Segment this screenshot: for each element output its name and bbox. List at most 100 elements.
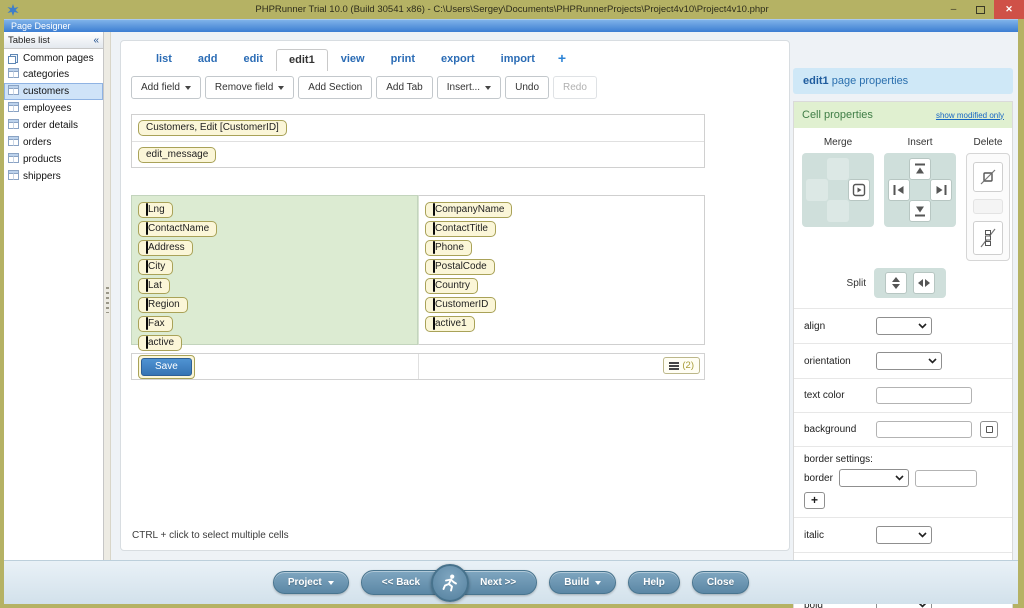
save-cell[interactable]: Save [132,354,419,379]
sidebar-collapse-icon[interactable]: « [93,35,99,46]
sidebar-splitter[interactable] [104,32,111,560]
page-title-row[interactable]: Customers, Edit [CustomerID] [132,115,704,141]
table-icon [8,170,19,183]
page-tab[interactable]: edit1 [276,49,328,71]
help-button[interactable]: Help [628,571,680,594]
dropdown-caret-icon [327,580,334,585]
add-border-button[interactable]: + [804,492,825,509]
close-project-button[interactable]: Close [691,571,750,594]
delete-spacer [973,199,1003,214]
field-chip[interactable]: active1 [425,316,475,332]
edit-message-field[interactable]: edit_message [138,146,217,163]
page-tab[interactable]: print [378,48,428,71]
menu-count-badge: (2) [682,360,694,371]
save-button[interactable]: Save [141,357,192,376]
field-chip[interactable]: Region [138,297,188,313]
sidebar-table-item[interactable]: products [4,151,103,168]
insert-above-icon [915,163,925,174]
toolbar-button[interactable]: Add field [131,76,201,99]
table-icon [8,53,19,64]
field-chip-label: Lat [148,280,162,291]
add-page-button[interactable]: + [548,48,576,71]
orientation-label: orientation [804,355,851,367]
insert-column-right-button[interactable] [930,179,952,201]
sidebar-table-item[interactable]: shippers [4,168,103,185]
border-width-input[interactable] [914,469,977,487]
page-title-field[interactable]: Customers, Edit [CustomerID] [138,120,287,136]
grid-cell-left[interactable]: Lng ContactName Address City Lat Region [131,195,418,351]
field-chip[interactable]: Phone [425,240,472,256]
align-select[interactable] [876,317,932,335]
insert-row-below-button[interactable] [909,200,931,222]
split-vertical-button[interactable] [885,272,907,294]
delete-cell-button[interactable] [973,162,1003,192]
orientation-select[interactable] [876,352,942,370]
toolbar-button[interactable]: Redo [553,76,597,99]
split-horizontal-button[interactable] [913,272,935,294]
sidebar-table-item[interactable]: employees [4,100,103,117]
sidebar-table-item[interactable]: Common pages [4,51,103,66]
italic-select[interactable] [876,526,932,544]
bottom-toolbar: Project << Back Next >> Build Help Close [4,560,1018,604]
sidebar-table-item[interactable]: orders [4,134,103,151]
page-tab[interactable]: import [488,48,548,71]
field-chip-label: Fax [148,318,165,329]
field-chip[interactable]: CompanyName [425,202,513,218]
field-chip-label: Address [148,242,185,253]
minimize-button[interactable]: – [940,0,967,19]
save-chip[interactable]: Save [138,354,195,379]
page-tab[interactable]: edit [230,48,276,71]
cell-menu-button[interactable]: (2) [663,357,700,374]
toolbar-button[interactable]: Add Section [298,76,373,99]
toolbar-button[interactable]: Undo [505,76,549,99]
page-tab[interactable]: add [185,48,231,71]
field-chip[interactable]: ContactName [138,221,218,237]
maximize-button[interactable] [967,0,994,19]
field-chip[interactable]: ContactTitle [425,221,496,237]
page-tab[interactable]: list [143,48,185,71]
edit-message-row[interactable]: edit_message [132,141,704,167]
sidebar-table-item[interactable]: customers [4,83,103,100]
insert-widget [884,153,956,227]
field-chip[interactable]: PostalCode [425,259,495,275]
insert-column-left-button[interactable] [888,179,910,201]
close-button[interactable]: ✕ [994,0,1024,19]
field-chip[interactable]: Country [425,278,479,294]
save-row-right-cell[interactable]: (2) [419,354,704,379]
toolbar-button[interactable]: Insert... [436,76,502,99]
toolbar-button[interactable]: Remove field [204,76,295,99]
text-color-input[interactable] [876,387,972,404]
sidebar-table-item[interactable]: order details [4,117,103,134]
field-chip[interactable]: Address [138,240,193,256]
color-picker-button[interactable] [980,421,998,438]
field-chip-label: PostalCode [435,261,487,272]
field-chip[interactable]: Lat [138,278,170,294]
field-chip-label: CompanyName [435,204,505,215]
select-chevron-icon [895,475,904,481]
project-button[interactable]: Project [272,571,349,594]
merge-right-icon [852,183,866,197]
field-chip-label: Phone [435,242,464,253]
background-input[interactable] [876,421,972,438]
window-title: PHPRunner Trial 10.0 (Build 30541 x86) -… [255,4,769,15]
delete-widget [966,153,1010,261]
build-button[interactable]: Build [549,571,617,594]
page-tab[interactable]: view [328,48,378,71]
show-modified-only-link[interactable]: show modified only [936,111,1004,120]
build-button-label: Build [564,577,590,588]
field-chip[interactable]: City [138,259,174,275]
run-button[interactable] [431,563,470,602]
toolbar-button[interactable]: Add Tab [376,76,433,99]
border-style-select[interactable] [838,469,909,487]
delete-record-button[interactable] [973,221,1003,255]
field-chip[interactable]: CustomerID [425,297,497,313]
sidebar-table-item[interactable]: categories [4,66,103,83]
field-chip[interactable]: Fax [138,316,173,332]
merge-right-button[interactable] [848,179,870,201]
grid-cell-right[interactable]: CompanyName ContactTitle Phone PostalCod… [418,195,705,345]
insert-row-above-button[interactable] [909,158,931,180]
cell-properties-title: Cell properties [802,109,873,121]
field-chip[interactable]: active [138,335,183,351]
field-chip[interactable]: Lng [138,202,173,218]
page-tab[interactable]: export [428,48,488,71]
